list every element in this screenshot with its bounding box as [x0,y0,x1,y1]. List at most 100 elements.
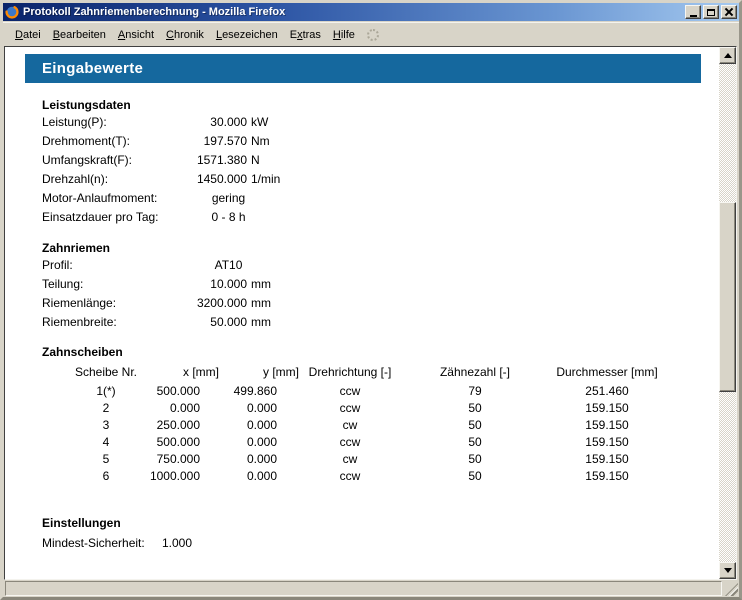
data-row: Mindest-Sicherheit: 1.000 [42,534,719,553]
menubar: DateiBearbeitenAnsichtChronikLesezeichen… [3,22,739,46]
section-title: Zahnriemen [42,241,719,256]
pulley-table-body: 1(*)500.000499.860ccw79251.46020.0000.00… [42,383,667,485]
row-value: 30.000 [182,113,247,132]
table-cell: ccw [340,383,361,400]
menu-item-datei[interactable]: Datei [9,26,47,44]
row-value: 3200.000 [182,294,247,313]
statusbar [3,580,739,597]
row-label: Drehzahl(n): [42,170,182,189]
data-row: Profil:AT10 [42,256,719,275]
table-cell: 3 [103,417,110,434]
row-value: 10.000 [182,275,247,294]
firefox-icon [5,5,19,19]
sections: LeistungsdatenLeistung(P):30.000kWDrehmo… [42,98,719,332]
data-row: Einsatzdauer pro Tag:0 - 8 h [42,208,719,227]
menu-item-hilfe[interactable]: Hilfe [327,26,361,44]
row-value: 1.000 [162,534,192,553]
menu-item-chronik[interactable]: Chronik [160,26,210,44]
table-cell: 500.000 [157,383,200,400]
scroll-down-button[interactable] [719,562,736,579]
titlebar[interactable]: Protokoll Zahnriemenberechnung - Mozilla… [3,3,739,21]
table-cell: 0.000 [247,417,277,434]
maximize-button[interactable] [703,5,719,19]
row-value: 0 - 8 h [182,208,275,227]
scroll-up-button[interactable] [719,47,736,64]
column-header: Scheibe Nr. [75,365,137,379]
table-cell: 4 [103,434,110,451]
section-title: Leistungsdaten [42,98,719,113]
data-row: Umfangskraft(F):1571.380N [42,151,719,170]
close-button[interactable] [721,5,737,19]
menu-item-lesezeichen[interactable]: Lesezeichen [210,26,284,44]
data-row: Drehzahl(n):1450.0001/min [42,170,719,189]
row-unit: N [251,151,260,170]
table-row: 20.0000.000ccw50159.150 [42,400,667,417]
row-value: gering [182,189,275,208]
table-cell: ccw [340,400,361,417]
row-value: 1450.000 [182,170,247,189]
row-label: Riemenbreite: [42,313,182,332]
table-cell: ccw [340,434,361,451]
table-row: 3250.0000.000cw50159.150 [42,417,667,434]
section-title: Zahnscheiben [42,345,719,360]
row-label: Mindest-Sicherheit: [42,534,162,553]
row-value: 50.000 [182,313,247,332]
settings-section: Einstellungen Mindest-Sicherheit: 1.000 [42,516,719,553]
section-zahnriemen: ZahnriemenProfil:AT10Teilung:10.000mmRie… [42,241,719,332]
table-cell: 159.150 [585,468,628,485]
table-row: 5750.0000.000cw50159.150 [42,451,667,468]
table-cell: 0.000 [247,400,277,417]
row-unit: Nm [251,132,270,151]
table-cell: 1000.000 [150,468,200,485]
row-label: Einsatzdauer pro Tag: [42,208,182,227]
column-header: x [mm] [183,365,219,379]
browser-window: Protokoll Zahnriemenberechnung - Mozilla… [0,0,742,600]
table-cell: 50 [468,451,481,468]
pulley-table: Scheibe Nr.x [mm]y [mm]Drehrichtung [-]Z… [42,365,667,485]
table-cell: 499.860 [234,383,277,400]
row-value: AT10 [182,256,275,275]
scrollbar-thumb[interactable] [719,202,736,392]
column-header: Durchmesser [mm] [556,365,657,379]
data-row: Teilung:10.000mm [42,275,719,294]
menu-item-extras[interactable]: Extras [284,26,327,44]
status-text [5,581,722,596]
row-label: Umfangskraft(F): [42,151,182,170]
column-header: Zähnezahl [-] [440,365,510,379]
table-cell: 50 [468,417,481,434]
row-unit: kW [251,113,268,132]
resize-grip-icon[interactable] [725,583,738,596]
row-label: Drehmoment(T): [42,132,182,151]
row-unit: 1/min [251,170,280,189]
row-unit: mm [251,313,271,332]
maximize-icon [707,9,715,16]
data-row: Riemenlänge:3200.000mm [42,294,719,313]
table-cell: ccw [340,468,361,485]
table-cell: 50 [468,434,481,451]
table-cell: 5 [103,451,110,468]
table-cell: 250.000 [157,417,200,434]
table-row: 1(*)500.000499.860ccw79251.460 [42,383,667,400]
menu-item-ansicht[interactable]: Ansicht [112,26,160,44]
section-title: Einstellungen [42,516,719,531]
vertical-scrollbar[interactable] [719,47,736,579]
close-icon [725,8,733,16]
scroll-down-arrow-icon [724,568,732,573]
row-label: Motor-Anlaufmoment: [42,189,182,208]
menu-item-bearbeiten[interactable]: Bearbeiten [47,26,112,44]
table-cell: 159.150 [585,451,628,468]
table-cell: 500.000 [157,434,200,451]
table-row: 61000.0000.000ccw50159.150 [42,468,667,485]
section-leistungsdaten: LeistungsdatenLeistung(P):30.000kWDrehmo… [42,98,719,227]
page-title: Eingabewerte [25,54,701,83]
table-row: 4500.0000.000ccw50159.150 [42,434,667,451]
minimize-button[interactable] [685,5,701,19]
menubar-items: DateiBearbeitenAnsichtChronikLesezeichen… [9,26,361,44]
row-value: 1571.380 [182,151,247,170]
table-cell: 79 [468,383,481,400]
row-unit: mm [251,275,271,294]
loading-throbber-icon [367,29,379,41]
scroll-up-arrow-icon [724,53,732,58]
row-unit: mm [251,294,271,313]
table-cell: 6 [103,468,110,485]
